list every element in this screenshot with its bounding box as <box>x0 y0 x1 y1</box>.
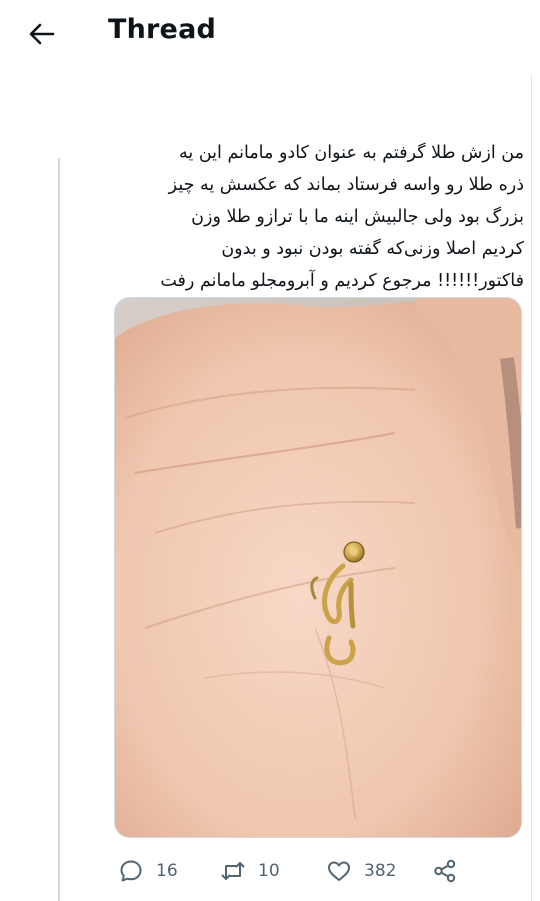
page-title: Thread <box>108 14 217 45</box>
retweet-icon <box>221 862 245 880</box>
tweet-text-line: فاکتور!!!!!! مرجوع کردیم و آبرومجلو ماما… <box>160 271 524 291</box>
reply-icon <box>120 860 142 882</box>
reply-button[interactable]: 16 <box>118 852 178 890</box>
like-icon <box>328 861 350 881</box>
column-divider <box>531 74 532 901</box>
share-button[interactable] <box>432 852 458 890</box>
tweet-text-line: بزرگ بود ولی جالبیش اینه ما با ترازو طلا… <box>191 207 524 227</box>
photo-hand-with-gold-pendant <box>115 298 521 837</box>
tweet-text-line: من ازش طلا گرفتم به عنوان کادو مامانم ای… <box>179 143 524 163</box>
retweet-count: 10 <box>258 861 280 881</box>
tweet-text: من ازش طلا گرفتم به عنوان کادو مامانم ای… <box>118 137 524 297</box>
tweet-action-bar: 16 10 382 <box>0 852 540 892</box>
tweet-text-line: ذره طلا رو واسه فرستاد بماند که عکسش یه … <box>168 175 524 195</box>
back-arrow-icon <box>29 23 55 45</box>
share-icon <box>434 859 456 883</box>
reply-count: 16 <box>156 861 178 881</box>
back-button[interactable] <box>26 18 58 50</box>
tweet-photo[interactable] <box>114 297 522 838</box>
tweet-text-line: کردیم اصلا وزنی‌که گفته بودن نبود و بدون <box>221 239 524 259</box>
top-bar: Thread <box>0 0 540 66</box>
thread-connector-line <box>58 158 60 901</box>
retweet-button[interactable]: 10 <box>220 852 280 890</box>
like-count: 382 <box>364 861 397 881</box>
like-button[interactable]: 382 <box>326 852 396 890</box>
